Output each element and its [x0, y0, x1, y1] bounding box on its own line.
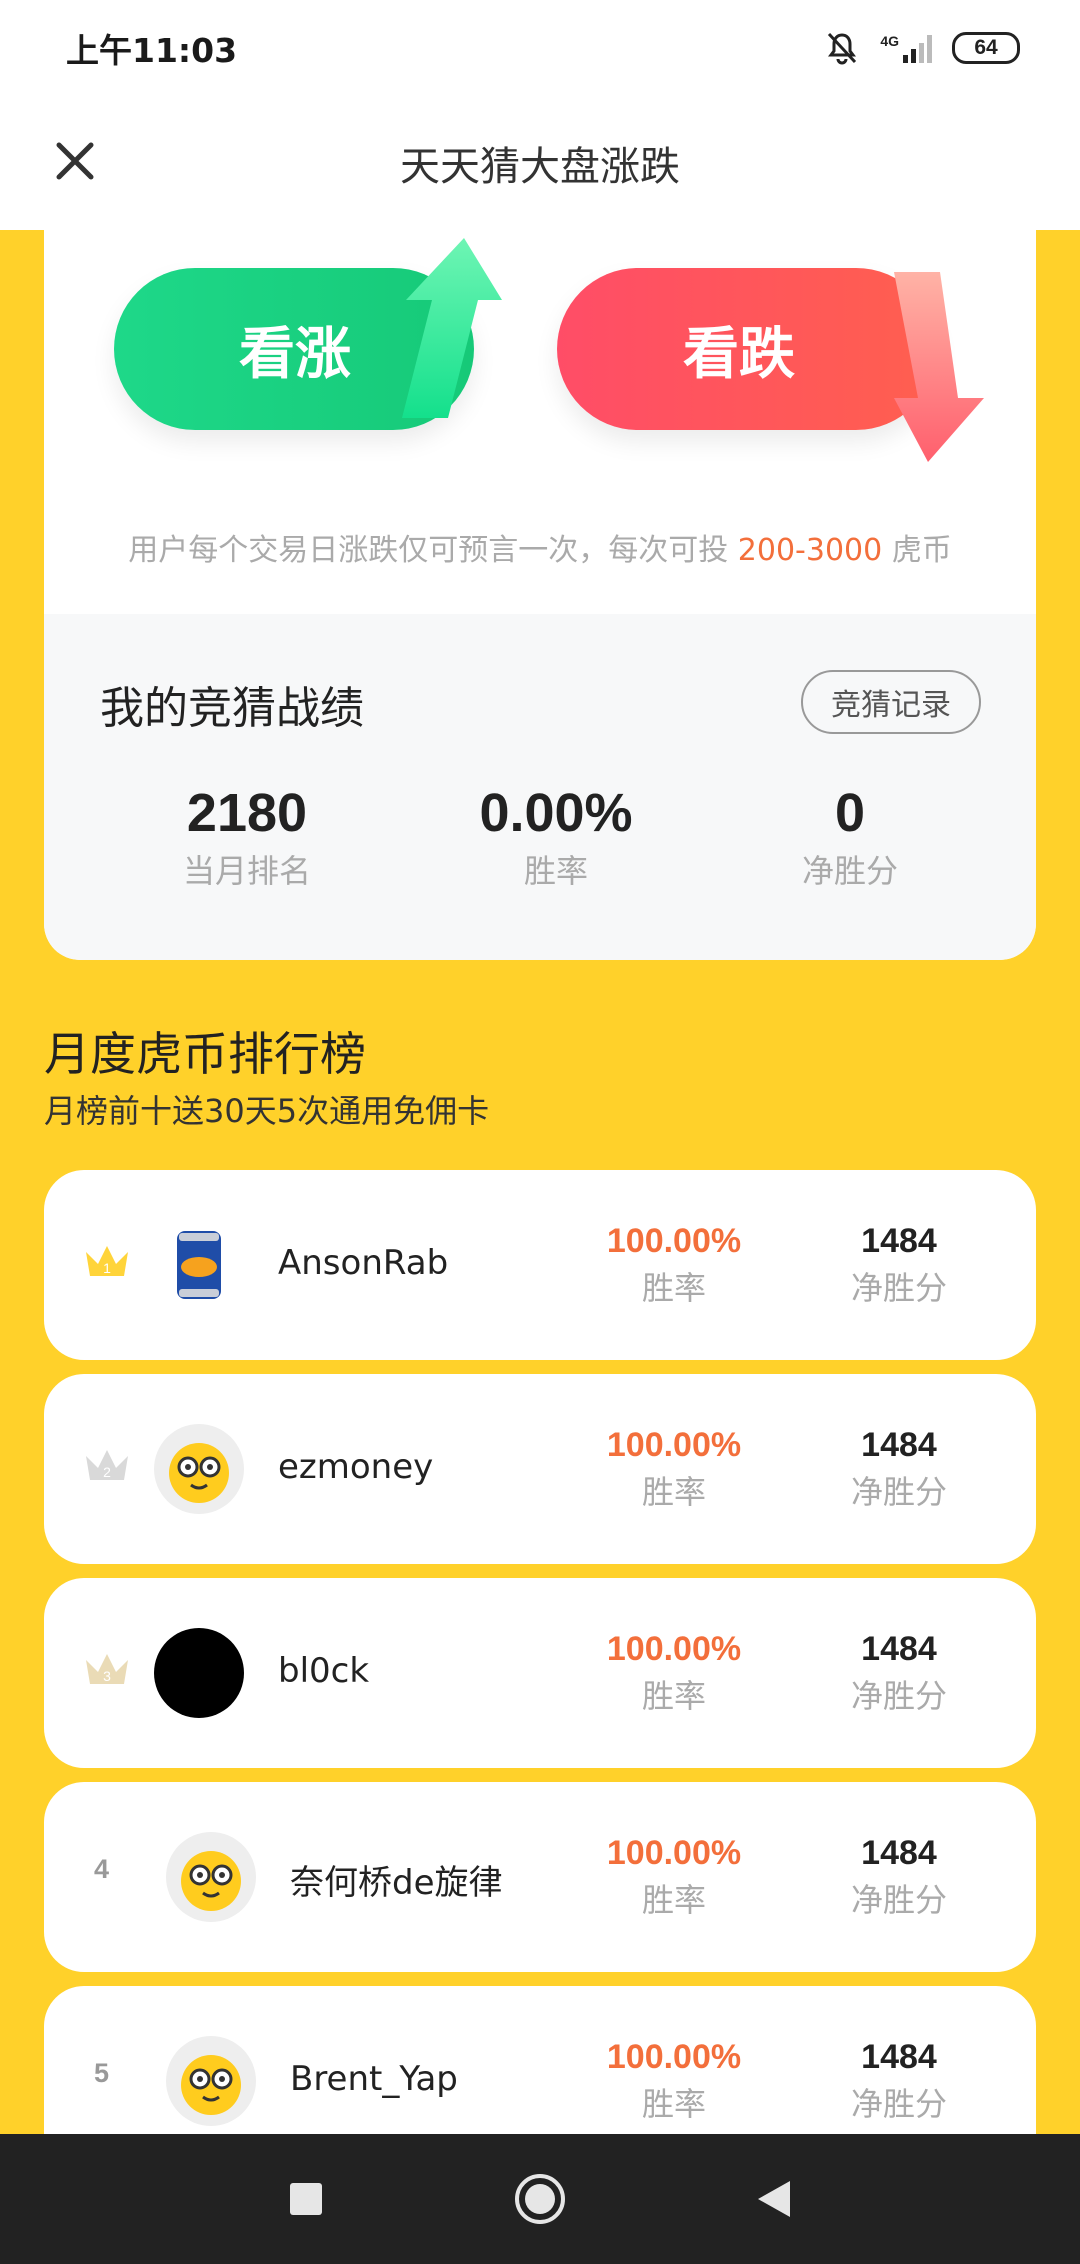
net-score-label: 净胜分	[850, 1269, 947, 1307]
win-rate-value: 100.00%	[606, 1630, 742, 1668]
rank-number: 4	[94, 1854, 110, 1884]
leaderboard-row[interactable]: 1 AnsonRab 100.00% 胜率 1484 净胜分	[44, 1170, 1036, 1360]
close-icon	[56, 142, 94, 180]
leaderboard-row[interactable]: 2 ezmoney 100.00% 胜率 1484 净胜分	[44, 1374, 1036, 1564]
win-rate-label: 胜率	[641, 1881, 706, 1919]
history-button[interactable]: 竞猜记录	[801, 670, 981, 734]
battery-icon: 64	[952, 32, 1020, 64]
stat-net-score-label: 净胜分	[801, 852, 898, 890]
silver-crown-icon: 2	[86, 1450, 128, 1480]
stat-win-rate-value: 0.00%	[479, 783, 633, 843]
bronze-crown-icon: 3	[86, 1654, 128, 1684]
username: AnsonRab	[278, 1243, 449, 1283]
arrow-down-icon	[894, 272, 984, 462]
gold-crown-icon: 1	[86, 1246, 128, 1276]
stat-win-rate-label: 胜率	[523, 852, 588, 890]
win-rate-value: 100.00%	[606, 1834, 742, 1872]
leaderboard-title: 月度虎币排行榜	[44, 1027, 366, 1081]
bet-buttons: 看涨 看跌	[114, 238, 984, 462]
win-rate: 100.00% 胜率	[584, 1222, 764, 1309]
leaderboard-row[interactable]: 4 奈何桥de旋律 100.00% 胜率 1484 净胜分	[44, 1782, 1036, 1972]
bet-down-label: 看跌	[683, 321, 795, 387]
win-rate-value: 100.00%	[606, 2038, 742, 2076]
username: ezmoney	[278, 1447, 434, 1487]
username: bl0ck	[278, 1651, 370, 1691]
net-score-label: 净胜分	[850, 2085, 947, 2123]
win-rate-label: 胜率	[641, 1269, 706, 1307]
rank-number: 1	[103, 1260, 111, 1276]
tiger-avatar-icon	[169, 1443, 229, 1503]
win-rate-label: 胜率	[641, 2085, 706, 2123]
status-bar: 上午11:03 4G 64	[0, 0, 1080, 96]
win-rate-value: 100.00%	[606, 1222, 742, 1260]
net-score-value: 1484	[861, 1630, 937, 1668]
bet-note: 用户每个交易日涨跌仅可预言一次，每次可投 200-3000 虎币	[44, 525, 1036, 569]
recents-square-icon[interactable]	[288, 2181, 324, 2217]
net-score-label: 净胜分	[850, 1677, 947, 1715]
bet-up-label: 看涨	[239, 321, 351, 387]
stat-net-score: 0 净胜分	[725, 782, 975, 892]
stat-rank: 2180 当月排名	[122, 782, 372, 892]
stat-net-score-value: 0	[834, 783, 866, 843]
net-score: 1484 净胜分	[824, 1222, 974, 1309]
net-score-value: 1484	[861, 1834, 937, 1872]
username: Brent_Yap	[290, 2059, 458, 2099]
username: 奈何桥de旋律	[290, 1863, 503, 1903]
close-button[interactable]	[40, 126, 110, 196]
win-rate-value: 100.00%	[606, 1426, 742, 1464]
tiger-avatar-icon	[181, 1851, 241, 1911]
bet-note-suffix: 虎币	[882, 533, 952, 568]
leaderboard-row[interactable]: 3 bl0ck 100.00% 胜率 1484 净胜分	[44, 1578, 1036, 1768]
net-score-value: 1484	[861, 1222, 937, 1260]
win-rate-label: 胜率	[641, 1473, 706, 1511]
bet-note-range: 200-3000	[737, 533, 883, 568]
rank-number: 3	[103, 1668, 111, 1684]
leaderboard-subtitle: 月榜前十送30天5次通用免佣卡	[44, 1092, 490, 1130]
leaderboard-row[interactable]: 5 Brent_Yap 100.00% 胜率 1484 净胜分	[44, 1986, 1036, 2134]
home-circle-icon[interactable]	[514, 2173, 566, 2225]
back-triangle-icon[interactable]	[756, 2179, 792, 2219]
signal-icon: 4G	[880, 33, 932, 63]
bell-muted-icon	[828, 32, 857, 65]
win-rate: 100.00% 胜率	[584, 1426, 764, 1513]
arrow-up-icon	[402, 238, 502, 418]
avatar[interactable]	[166, 2036, 256, 2126]
avatar[interactable]	[154, 1424, 244, 1514]
win-rate-label: 胜率	[641, 1677, 706, 1715]
net-score: 1484 净胜分	[824, 2038, 974, 2125]
stat-rank-value: 2180	[186, 783, 308, 843]
net-score-value: 1484	[861, 1426, 937, 1464]
network-type: 4G	[880, 33, 899, 49]
net-score: 1484 净胜分	[824, 1630, 974, 1717]
win-rate: 100.00% 胜率	[584, 2038, 764, 2125]
avatar[interactable]	[166, 1832, 256, 1922]
win-rate: 100.00% 胜率	[584, 1630, 764, 1717]
net-score-value: 1484	[861, 2038, 937, 2076]
stat-rank-label: 当月排名	[182, 852, 311, 890]
record-title: 我的竞猜战绩	[100, 683, 364, 734]
net-score-label: 净胜分	[850, 1473, 947, 1511]
bet-card: 看涨 看跌 用户每个交易日涨跌仅可预言一次，每次可投 200-3000 虎币 我…	[44, 230, 1036, 960]
rank-number: 5	[94, 2058, 110, 2088]
net-score-label: 净胜分	[850, 1881, 947, 1919]
avatar[interactable]	[154, 1628, 244, 1718]
net-score: 1484 净胜分	[824, 1834, 974, 1921]
win-rate: 100.00% 胜率	[584, 1834, 764, 1921]
net-score: 1484 净胜分	[824, 1426, 974, 1513]
bet-note-prefix: 用户每个交易日涨跌仅可预言一次，每次可投	[128, 533, 738, 568]
tiger-avatar-icon	[181, 2055, 241, 2115]
status-icons: 4G 64	[824, 30, 1020, 66]
record-panel: 我的竞猜战绩 竞猜记录 2180 当月排名 0.00% 胜率 0 净胜分	[44, 614, 1036, 960]
system-nav-bar	[0, 2134, 1080, 2264]
beer-can-icon	[177, 1231, 221, 1299]
status-time: 上午11:03	[66, 31, 238, 70]
stat-win-rate: 0.00% 胜率	[431, 782, 681, 892]
rank-number: 2	[103, 1464, 111, 1480]
avatar[interactable]	[154, 1220, 244, 1310]
header-bar: 天天猜大盘涨跌	[0, 96, 1080, 230]
page-title: 天天猜大盘涨跌	[400, 144, 680, 190]
